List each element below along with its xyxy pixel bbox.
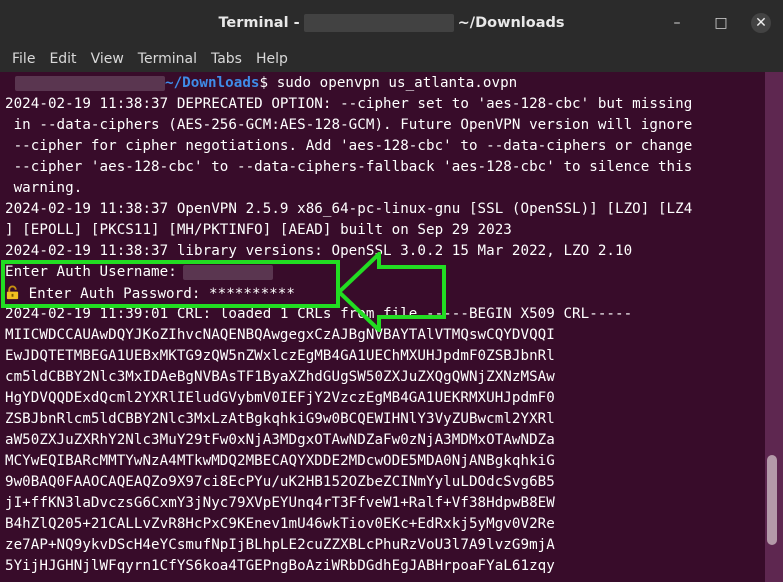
menu-bar: File Edit View Terminal Tabs Help <box>0 45 783 72</box>
minimize-icon[interactable]: – <box>667 13 687 33</box>
output-line: --cipher 'aes-128-cbc' to --data-ciphers… <box>5 159 693 175</box>
prompt-line: ~/Downloads$ sudo openvpn us_atlanta.ovp… <box>5 75 517 91</box>
cert-line: ZSBJbnRlcm5ldCBBY2Nlc3MxLzAtBgkqhkiG9w0B… <box>5 411 555 427</box>
prompt-path: ~/Downloads <box>165 75 260 91</box>
annotation-arrow-icon <box>336 252 446 332</box>
menu-help[interactable]: Help <box>250 51 294 67</box>
cert-line: ze7AP+NQ9ykvDScH4eYCsmufNpIjBLhpLE2cuZZX… <box>5 537 555 553</box>
redacted-user <box>15 75 165 91</box>
output-line: --cipher for cipher negotiations. Add 'a… <box>5 138 693 154</box>
output-line: 2024-02-19 11:38:37 OpenVPN 2.5.9 x86_64… <box>5 201 693 217</box>
terminal-output[interactable]: ~/Downloads$ sudo openvpn us_atlanta.ovp… <box>0 72 765 582</box>
window-title: Terminal - ~/Downloads <box>0 0 783 45</box>
highlight-box <box>1 260 340 308</box>
menu-view[interactable]: View <box>85 51 130 67</box>
menu-edit[interactable]: Edit <box>43 51 82 67</box>
output-line: 2024-02-19 11:38:37 library versions: Op… <box>5 243 633 259</box>
cert-line: MIICWDCCAUAwDQYJKoZIhvcNAQENBQAwgegxCzAJ… <box>5 327 555 343</box>
cert-line: EwJDQTETMBEGA1UEBxMKTG9zQW5nZWxlczEgMB4G… <box>5 348 555 364</box>
cert-line: cm5ldCBBY2Nlc3MxIDAeBgNVBAsTF1ByaXZhdGUg… <box>5 369 555 385</box>
cert-line: HgYDVQQDExdQcml2YXRlIEludGVybmV0IEFjY2Vz… <box>5 390 555 406</box>
cert-line: B4hZlQ205+21CALLvZvR8HcPxC9KEnev1mU46wkT… <box>5 516 555 532</box>
output-line: 2024-02-19 11:38:37 DEPRECATED OPTION: -… <box>5 96 693 112</box>
output-line: ] [EPOLL] [PKCS11] [MH/PKTINFO] [AEAD] b… <box>5 222 512 238</box>
menu-tabs[interactable]: Tabs <box>205 51 248 67</box>
cert-line: 5YijHJGHNjlWFqyrn1CfYS6koa4TGEPngBoAziWR… <box>5 558 555 574</box>
output-line: in --data-ciphers (AES-256-GCM:AES-128-G… <box>5 117 693 133</box>
menu-terminal[interactable]: Terminal <box>132 51 203 67</box>
cert-line: 9w0BAQ0FAAOCAQEAQZo9X97ci8EcPYu/uK2HB152… <box>5 474 555 490</box>
window-title-prefix: Terminal - <box>218 14 300 31</box>
scrollbar-thumb[interactable] <box>767 455 777 545</box>
window-title-suffix: ~/Downloads <box>457 14 565 31</box>
menu-file[interactable]: File <box>6 51 41 67</box>
maximize-icon[interactable]: □ <box>711 13 731 33</box>
redacted-hostname <box>303 13 454 32</box>
cert-line: aW50ZXJuZXRhY2Nlc3MuY29tFw0xNjA3MDgxOTAw… <box>5 432 555 448</box>
close-icon[interactable]: ✕ <box>751 13 771 33</box>
output-line: warning. <box>5 180 83 196</box>
crl-line: 2024-02-19 11:39:01 CRL: loaded 1 CRLs f… <box>5 306 633 322</box>
cert-line: MCYwEQIBARcMMTYwNzA4MTkwMDQ2MBECAQYXDDE2… <box>5 453 555 469</box>
cert-line: jI+ffKN3laDvczsG6CxmY3jNyc79XVpEYUnq4rT3… <box>5 495 555 511</box>
command-text: $ sudo openvpn us_atlanta.ovpn <box>259 75 518 91</box>
